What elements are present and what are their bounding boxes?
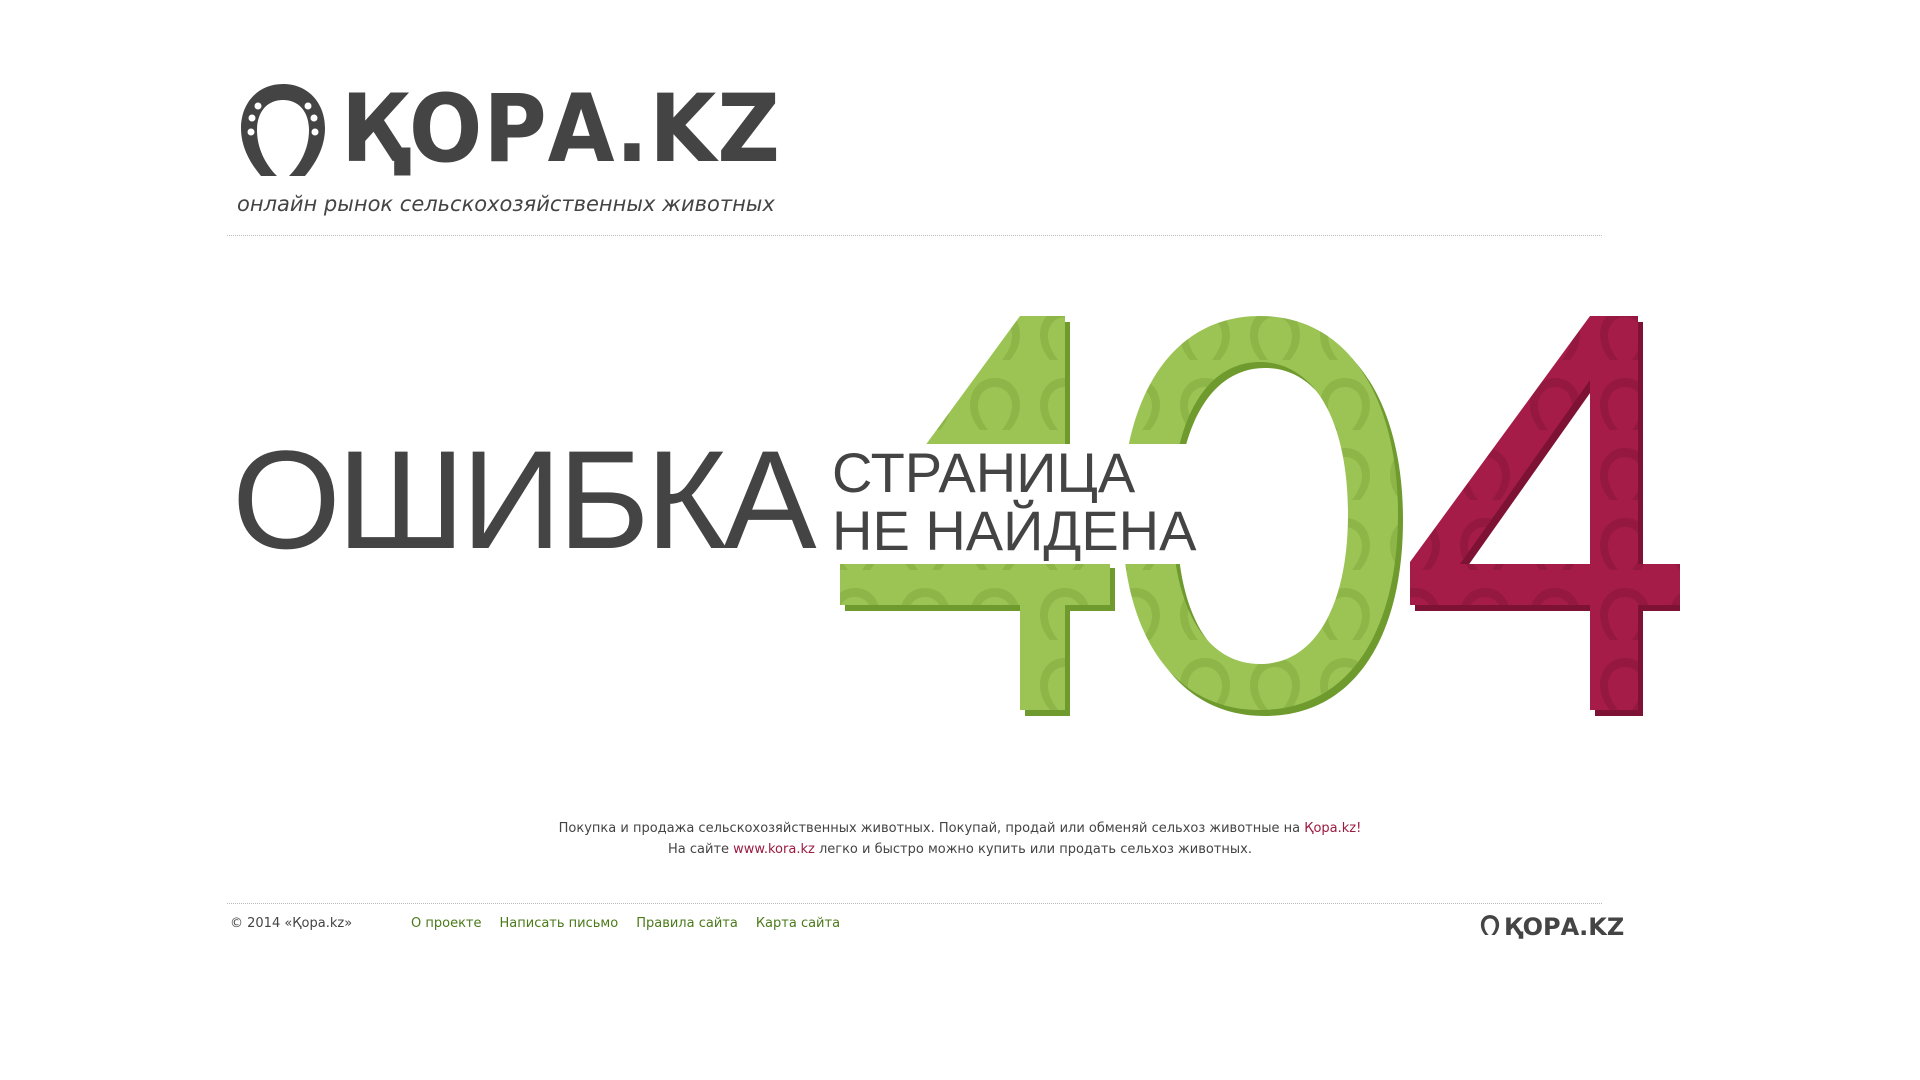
error-message-line1: СТРАНИЦА [832,441,1136,504]
footer-link-contact[interactable]: Написать письмо [500,916,619,931]
horseshoe-logo-icon [237,80,329,180]
footer-link-about[interactable]: О проекте [411,916,482,931]
footer-logo-text: ҚОРА.KZ [1504,913,1625,941]
description-line1: Покупка и продажа сельскохозяйственных ж… [0,818,1920,839]
footer-logo[interactable]: ҚОРА.KZ [1480,913,1624,941]
site-tagline: онлайн рынок сельскохозяйственных животн… [237,192,775,216]
horseshoe-logo-icon [1480,913,1500,941]
header-divider [227,235,1602,236]
error-title: ОШИБКА [232,421,817,578]
site-description: Покупка и продажа сельскохозяйственных ж… [0,818,1920,860]
logo-text: ҚОРА.KZ [341,75,781,184]
description-url-link[interactable]: www.kora.kz [733,842,815,857]
footer-nav: О проекте Написать письмо Правила сайта … [411,916,840,931]
page: ҚОРА.KZ онлайн рынок сельскохозяйственны… [0,0,1920,1080]
footer-link-sitemap[interactable]: Карта сайта [756,916,840,931]
footer-link-rules[interactable]: Правила сайта [636,916,738,931]
site-logo[interactable]: ҚОРА.KZ [237,80,819,180]
error-message-line2: НЕ НАЙДЕНА [832,499,1197,562]
description-line2-suffix: легко и быстро можно купить или продать … [814,842,1252,857]
description-line1-text: Покупка и продажа сельскохозяйственных ж… [558,821,1305,836]
description-site-link[interactable]: Қора.kz! [1304,821,1361,836]
description-line2-prefix: На сайте [668,842,734,857]
footer-divider [227,903,1602,904]
error-message: СТРАНИЦА НЕ НАЙДЕНА [830,441,1205,564]
copyright: © 2014 «Қора.kz» [230,916,353,931]
description-line2: На сайте www.kora.kz легко и быстро можн… [0,839,1920,860]
